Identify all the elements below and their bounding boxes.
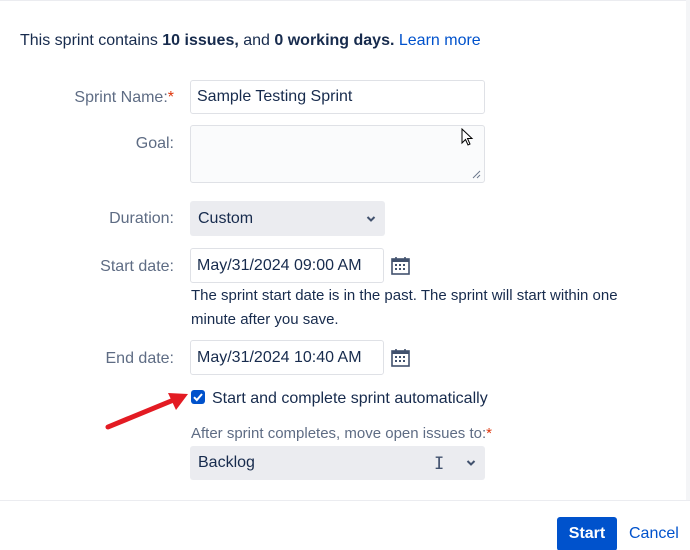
move-issues-label: After sprint completes, move open issues… bbox=[191, 424, 492, 444]
sprint-name-input[interactable]: Sample Testing Sprint bbox=[190, 80, 485, 114]
summary-middle: and bbox=[238, 32, 275, 49]
end-date-value: May/31/2024 10:40 AM bbox=[197, 348, 362, 366]
end-date-input[interactable]: May/31/2024 10:40 AM bbox=[190, 340, 384, 375]
duration-value: Custom bbox=[198, 209, 254, 227]
working-days: 0 working days. bbox=[274, 32, 395, 49]
cancel-button[interactable]: Cancel bbox=[629, 524, 679, 544]
start-date-input[interactable]: May/31/2024 09:00 AM bbox=[190, 248, 384, 283]
goal-textarea[interactable] bbox=[190, 125, 485, 183]
learn-more-link[interactable]: Learn more bbox=[399, 32, 481, 49]
required-mark: * bbox=[167, 89, 174, 106]
chevron-down-icon bbox=[366, 215, 376, 222]
start-date-label: Start date: bbox=[100, 258, 174, 275]
sprint-name-label-text: Sprint Name: bbox=[74, 89, 168, 106]
auto-sprint-label[interactable]: Start and complete sprint automatically bbox=[212, 389, 488, 409]
issue-count: 10 issues, bbox=[162, 32, 239, 49]
sprint-name-label: Sprint Name:* bbox=[4, 88, 174, 108]
calendar-icon[interactable] bbox=[390, 255, 412, 277]
top-divider bbox=[0, 0, 690, 1]
calendar-icon[interactable] bbox=[390, 347, 412, 369]
duration-select[interactable]: Custom bbox=[190, 201, 385, 236]
start-date-helper: The sprint start date is in the past. Th… bbox=[191, 287, 618, 328]
text-cursor-icon: I bbox=[434, 454, 445, 474]
sprint-name-value: Sample Testing Sprint bbox=[197, 88, 353, 105]
summary-prefix: This sprint contains bbox=[20, 32, 163, 49]
mouse-pointer-icon bbox=[461, 128, 474, 146]
annotation-arrow-icon bbox=[105, 393, 188, 430]
goal-label: Goal: bbox=[135, 135, 174, 152]
duration-label: Duration: bbox=[109, 210, 174, 227]
resize-grip-icon[interactable] bbox=[471, 169, 481, 179]
start-sprint-dialog: This sprint contains 10 issues, and 0 wo… bbox=[0, 0, 690, 550]
start-button[interactable]: Start bbox=[557, 517, 617, 550]
end-date-label: End date: bbox=[105, 350, 175, 367]
footer-divider bbox=[0, 500, 690, 501]
required-mark: * bbox=[486, 425, 492, 442]
scrollbar[interactable] bbox=[686, 0, 690, 500]
chevron-down-icon bbox=[466, 460, 476, 466]
move-issues-label-text: After sprint completes, move open issues… bbox=[191, 425, 487, 442]
auto-sprint-checkbox[interactable] bbox=[191, 390, 205, 404]
move-issues-value: Backlog bbox=[198, 454, 255, 471]
checkmark-icon bbox=[193, 393, 203, 402]
start-date-value: May/31/2024 09:00 AM bbox=[197, 256, 362, 274]
sprint-summary: This sprint contains 10 issues, and 0 wo… bbox=[20, 31, 481, 51]
